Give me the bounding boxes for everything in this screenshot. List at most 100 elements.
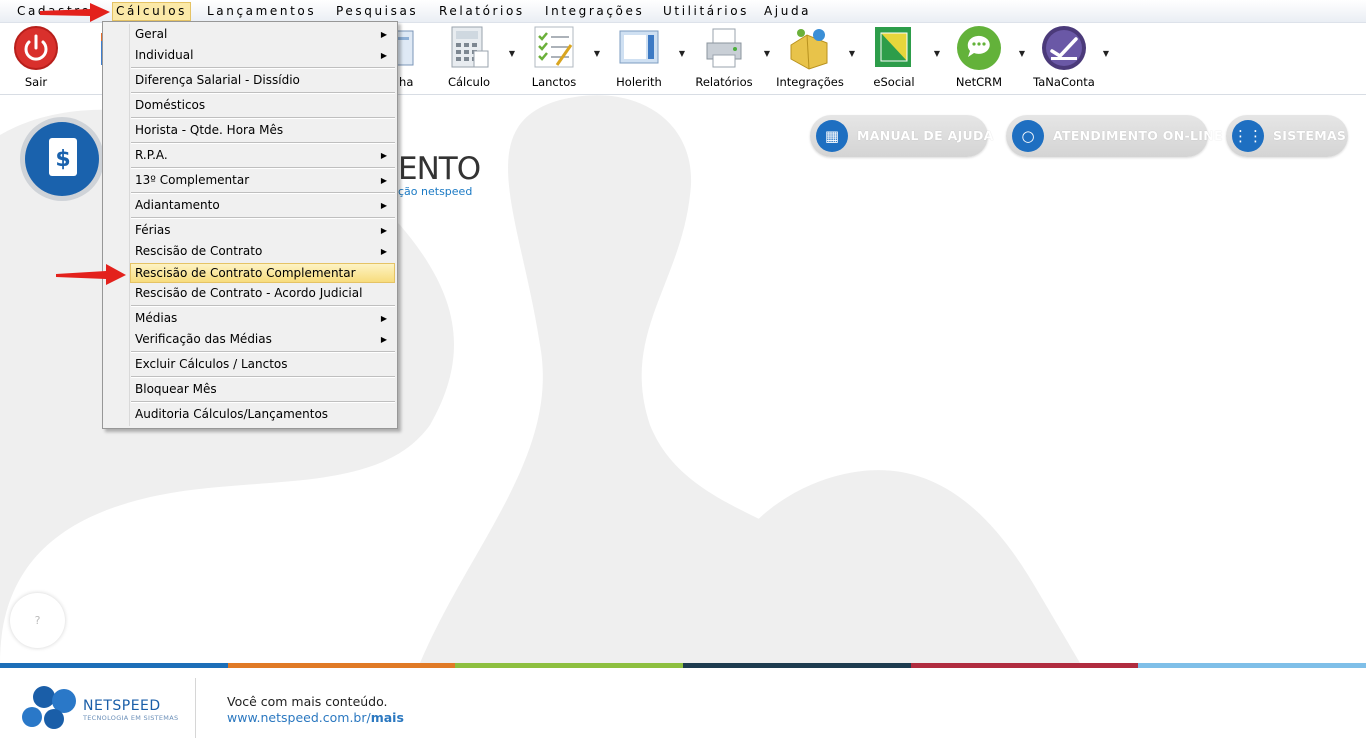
menu-separator: [131, 192, 395, 194]
menu-item-label: R.P.A.: [135, 148, 168, 162]
brand-title: ENTO: [398, 151, 481, 187]
manual-de-ajuda-button[interactable]: ▦ MANUAL DE AJUDA: [810, 115, 993, 157]
menu-item-auditoria[interactable]: Auditoria Cálculos/Lançamentos: [131, 405, 393, 424]
toolbar-button-calculo[interactable]: Cálculo: [429, 23, 509, 94]
menu-item-bloquear-mes[interactable]: Bloquear Mês: [131, 380, 393, 399]
menu-item-domesticos[interactable]: Domésticos: [131, 96, 393, 115]
toolbar-label: Relatórios: [695, 75, 753, 89]
pill-label: SISTEMAS: [1273, 128, 1347, 143]
toolbar-label: Cálculo: [447, 75, 491, 89]
menu-item-verificacao-medias[interactable]: Verificação das Médias ▶: [131, 330, 393, 349]
footer-tagline: TECNOLOGIA EM SISTEMAS: [83, 714, 179, 722]
brand-subtitle: ção netspeed: [398, 185, 473, 198]
menu-separator: [131, 117, 395, 119]
menu-item-label: Diferença Salarial - Dissídio: [135, 73, 300, 87]
menu-relatorios[interactable]: Relatórios: [436, 3, 528, 20]
toolbar-button-lanctos[interactable]: Lanctos: [514, 23, 594, 94]
document-dollar-icon: $: [49, 138, 77, 176]
menu-item-label: Domésticos: [135, 98, 206, 112]
grid-icon: ⋮⋮: [1232, 120, 1264, 152]
menu-item-geral[interactable]: Geral ▶: [131, 25, 393, 44]
toolbar-button-sair[interactable]: Sair: [0, 23, 76, 94]
module-logo: $: [20, 117, 104, 201]
menu-integracoes[interactable]: Integrações: [542, 3, 647, 20]
menu-item-label: 13º Complementar: [135, 173, 250, 187]
footer-link-bold[interactable]: mais: [371, 710, 404, 725]
menu-separator: [131, 167, 395, 169]
tanaconta-dropdown-arrow[interactable]: ▼: [1101, 49, 1111, 59]
footer-divider: [195, 678, 196, 738]
checklist-icon: [534, 26, 574, 68]
toolbar-button-holerith[interactable]: Holerith: [599, 23, 679, 94]
menu-item-rpa[interactable]: R.P.A. ▶: [131, 146, 393, 165]
help-button[interactable]: ?: [10, 593, 65, 648]
menu-item-medias[interactable]: Médias ▶: [131, 309, 393, 328]
menu-ajuda[interactable]: Ajuda: [761, 3, 814, 20]
submenu-arrow-icon: ▶: [380, 176, 387, 185]
menu-separator: [131, 92, 395, 94]
submenu-arrow-icon: ▶: [380, 151, 387, 160]
footer-link-prefix[interactable]: www.netspeed.com.br/: [227, 710, 371, 725]
submenu-arrow-icon: ▶: [380, 30, 387, 39]
menu-item-horista[interactable]: Horista - Qtde. Hora Mês: [131, 121, 393, 140]
toolbar-button-netcrm[interactable]: NetCRM: [939, 23, 1019, 94]
menu-separator: [131, 217, 395, 219]
menu-item-diferenca-salarial[interactable]: Diferença Salarial - Dissídio: [131, 71, 393, 90]
toolbar-label: Integrações: [776, 75, 844, 89]
menu-item-label: Médias: [135, 311, 178, 325]
menu-item-rescisao-acordo-judicial[interactable]: Rescisão de Contrato - Acordo Judicial: [131, 284, 393, 303]
menu-item-label: Geral: [135, 27, 168, 41]
menu-separator: [131, 401, 395, 403]
toolbar-button-relatorios[interactable]: Relatórios: [684, 23, 764, 94]
menu-item-label: Excluir Cálculos / Lanctos: [135, 357, 288, 371]
menu-bar: Cadastros Cálculos Lançamentos Pesquisas…: [0, 0, 1366, 23]
toolbar-button-integracoes[interactable]: Integrações: [770, 23, 850, 94]
menu-item-label: Bloquear Mês: [135, 382, 217, 396]
toolbar-label: eSocial: [873, 75, 915, 89]
menu-item-individual[interactable]: Individual ▶: [131, 46, 393, 65]
submenu-arrow-icon: ▶: [380, 314, 387, 323]
menu-pesquisas[interactable]: Pesquisas: [333, 3, 421, 20]
menu-separator: [131, 351, 395, 353]
pill-label: MANUAL DE AJUDA: [857, 128, 994, 143]
footer-link[interactable]: www.netspeed.com.br/mais: [227, 710, 404, 725]
red-arrow-icon: [40, 3, 110, 22]
chat-icon: ○: [1012, 120, 1044, 152]
menu-item-adiantamento[interactable]: Adiantamento ▶: [131, 196, 393, 215]
menu-item-ferias[interactable]: Férias ▶: [131, 221, 393, 240]
menu-item-label: Adiantamento: [135, 198, 220, 212]
menu-utilitarios[interactable]: Utilitários: [660, 3, 752, 20]
calculator-icon: [451, 26, 489, 68]
calculos-dropdown-menu: Geral ▶ Individual ▶ Diferença Salarial - …: [102, 21, 398, 429]
menu-item-label: Verificação das Médias: [135, 332, 272, 346]
toolbar-label: Holerith: [616, 75, 662, 89]
chat-icon: [957, 26, 1001, 70]
menu-item-label: Individual: [135, 48, 194, 62]
menu-item-excluir-calculos[interactable]: Excluir Cálculos / Lanctos: [131, 355, 393, 374]
toolbar-button-esocial[interactable]: eSocial: [854, 23, 934, 94]
menu-item-13-complementar[interactable]: 13º Complementar ▶: [131, 171, 393, 190]
menu-separator: [131, 305, 395, 307]
menu-item-label: Auditoria Cálculos/Lançamentos: [135, 407, 329, 421]
toolbar-label: Lanctos: [531, 75, 577, 89]
submenu-arrow-icon: ▶: [380, 51, 387, 60]
toolbar-label: TaNaConta: [1033, 75, 1095, 89]
submenu-arrow-icon: ▶: [380, 201, 387, 210]
menu-separator: [131, 376, 395, 378]
submenu-arrow-icon: ▶: [380, 247, 387, 256]
sistemas-button[interactable]: ⋮⋮ SISTEMAS: [1226, 115, 1348, 157]
power-icon: [14, 26, 58, 70]
red-arrow-icon: [56, 264, 126, 285]
menu-item-rescisao-contrato[interactable]: Rescisão de Contrato ▶: [131, 242, 393, 261]
menu-separator: [131, 67, 395, 69]
holerith-icon: [619, 30, 659, 64]
netspeed-logo-icon: [22, 686, 76, 729]
toolbar-label: Sair: [24, 75, 48, 89]
svg-text:$: $: [55, 147, 70, 172]
menu-item-label: Rescisão de Contrato - Acordo Judicial: [135, 286, 363, 300]
atendimento-online-button[interactable]: ○ ATENDIMENTO ON-LINE: [1006, 115, 1222, 157]
toolbar-button-tanaconta[interactable]: TaNaConta: [1024, 23, 1104, 94]
menu-calculos[interactable]: Cálculos: [112, 2, 191, 21]
menu-item-rescisao-complementar[interactable]: Rescisão de Contrato Complementar: [130, 263, 395, 283]
menu-lancamentos[interactable]: Lançamentos: [204, 3, 319, 20]
